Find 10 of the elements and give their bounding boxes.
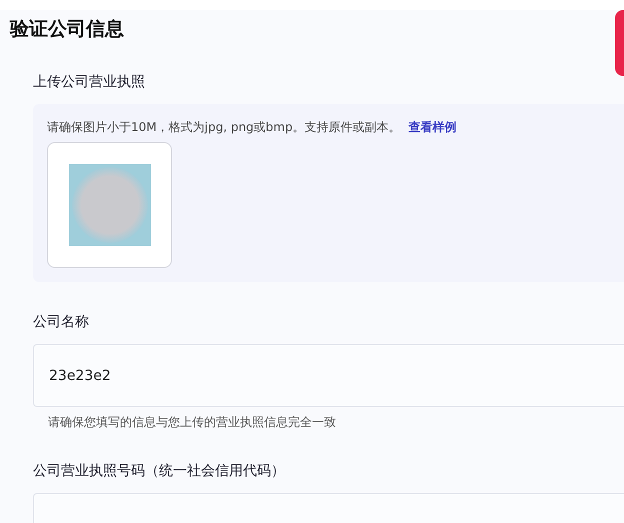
- page-title: 验证公司信息: [10, 17, 125, 42]
- field-label: 公司营业执照号码（统一社会信用代码）: [33, 462, 286, 481]
- text-field[interactable]: 23e23e2: [33, 344, 624, 407]
- field-label: 公司名称: [33, 313, 90, 332]
- field-helper-text: 请确保您填写的信息与您上传的营业执照信息完全一致: [48, 414, 337, 431]
- upload-thumbnail[interactable]: [47, 142, 172, 268]
- upload-hint: 请确保图片小于10M，格式为jpg, png或bmp。支持原件或副本。 查看样例: [47, 119, 458, 136]
- side-tab[interactable]: [615, 10, 624, 76]
- example-link[interactable]: 查看样例: [408, 120, 457, 134]
- section-label: 上传公司营业执照: [33, 73, 146, 92]
